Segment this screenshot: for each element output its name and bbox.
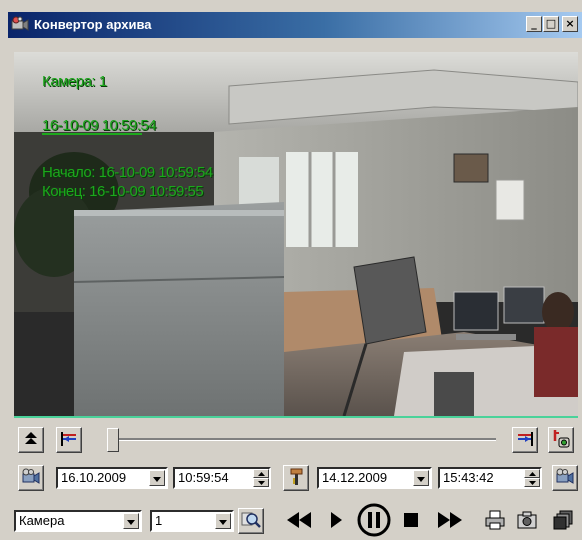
title-bar[interactable]: Конвертор архива _ □ × <box>8 12 582 38</box>
play-icon <box>329 510 343 533</box>
archive-converter-window: Конвертор архива _ □ × Камера: 1 16-10-0… <box>0 0 582 538</box>
pause-button[interactable] <box>352 503 396 540</box>
rewind-icon <box>285 510 313 533</box>
current-timestamp: 16-10-09 10:59:54 <box>42 117 157 134</box>
stop-button[interactable] <box>400 508 422 534</box>
mark-end-button[interactable] <box>512 427 538 453</box>
source-type-dropdown-button[interactable] <box>123 513 139 529</box>
source-type-select[interactable]: Камера <box>14 510 142 532</box>
end-label: Конец: 16-10-09 10:59:55 <box>42 183 204 200</box>
maximize-button[interactable]: □ <box>543 16 559 32</box>
rewind-button[interactable] <box>284 508 314 534</box>
copy-icon <box>552 510 574 533</box>
snapshot-button[interactable] <box>514 508 540 534</box>
timeline-thumb[interactable] <box>107 428 119 452</box>
spin-down-icon[interactable] <box>253 478 269 487</box>
end-camera-button[interactable] <box>552 465 578 491</box>
start-time-value: 10:59:54 <box>178 470 229 485</box>
fast-forward-button[interactable] <box>434 508 466 534</box>
office-scene-image <box>14 52 578 416</box>
start-camera-button[interactable] <box>18 465 44 491</box>
camera-app-icon <box>11 16 29 33</box>
camera-video-icon <box>21 468 41 489</box>
source-type-value: Камера <box>19 513 65 528</box>
start-time-spinner[interactable] <box>253 469 269 487</box>
source-number-dropdown-button[interactable] <box>215 513 231 529</box>
end-date-dropdown-button[interactable] <box>413 470 429 486</box>
copy-button[interactable] <box>550 508 576 534</box>
end-time-field[interactable]: 15:43:42 <box>438 467 542 489</box>
close-button[interactable]: × <box>562 16 578 32</box>
chevron-down-icon <box>153 469 161 487</box>
chevron-down-icon <box>417 469 425 487</box>
print-button[interactable] <box>482 508 508 534</box>
camera-snapshot-icon <box>516 510 538 533</box>
start-time-field[interactable]: 10:59:54 <box>173 467 271 489</box>
chevron-down-icon <box>219 512 227 530</box>
source-number-select[interactable]: 1 <box>150 510 234 532</box>
tools-button[interactable] <box>283 465 309 491</box>
chevron-down-icon <box>127 512 135 530</box>
frame-bottom-border <box>14 416 578 418</box>
end-date-field[interactable]: 14.12.2009 <box>317 467 432 489</box>
end-date-value: 14.12.2009 <box>322 470 388 485</box>
mark-start-icon <box>60 431 78 450</box>
spin-up-icon[interactable] <box>524 469 540 478</box>
camera-label: Камера: 1 <box>42 73 107 90</box>
search-icon <box>241 510 261 533</box>
timestamp-underline <box>42 133 142 135</box>
search-button[interactable] <box>238 508 264 534</box>
spin-down-icon[interactable] <box>524 478 540 487</box>
timeline-track[interactable] <box>118 438 496 441</box>
play-button[interactable] <box>326 508 346 534</box>
camera-video-icon <box>555 468 575 489</box>
start-date-value: 16.10.2009 <box>61 470 127 485</box>
stop-icon <box>402 511 420 532</box>
export-settings-button[interactable] <box>548 427 574 453</box>
collapse-button[interactable] <box>18 427 44 453</box>
fast-forward-icon <box>436 510 464 533</box>
end-time-spinner[interactable] <box>524 469 540 487</box>
source-number-value: 1 <box>155 513 163 528</box>
end-time-value: 15:43:42 <box>443 470 494 485</box>
printer-icon <box>484 510 506 533</box>
start-label: Начало: 16-10-09 10:59:54 <box>42 164 213 181</box>
start-date-field[interactable]: 16.10.2009 <box>56 467 168 489</box>
double-up-arrow-icon <box>23 431 39 450</box>
spin-up-icon[interactable] <box>253 469 269 478</box>
start-date-dropdown-button[interactable] <box>149 470 165 486</box>
mark-start-button[interactable] <box>56 427 82 453</box>
pause-icon <box>353 503 395 540</box>
minimize-button[interactable]: _ <box>526 16 542 32</box>
export-settings-icon <box>551 429 571 452</box>
video-frame[interactable]: Камера: 1 16-10-09 10:59:54 Начало: 16-1… <box>14 52 578 416</box>
mark-end-icon <box>516 431 534 450</box>
tools-icon <box>287 468 305 489</box>
window-title: Конвертор архива <box>34 17 152 32</box>
